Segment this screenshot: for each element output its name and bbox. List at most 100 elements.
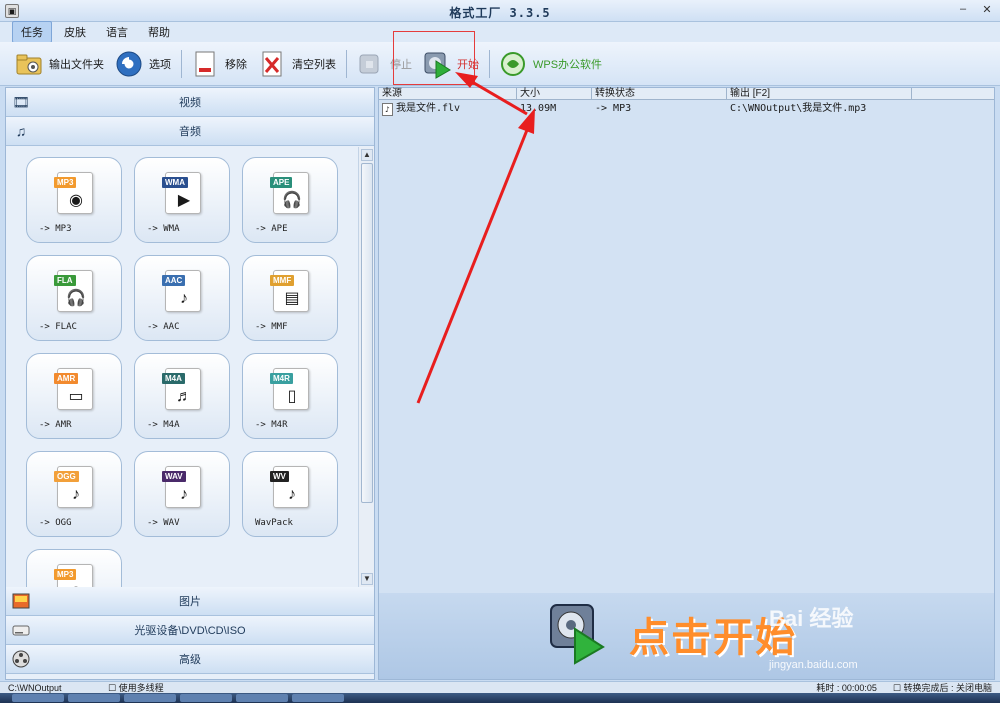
column-source[interactable]: 来源	[379, 88, 517, 99]
format-label: -> MMF	[255, 322, 288, 332]
toolbar-divider	[346, 49, 347, 78]
table-header: 来源 大小 转换状态 输出 [F2]	[379, 88, 994, 100]
audio-file-icon: ♪	[382, 102, 393, 116]
output-folder-label: 输出文件夹	[49, 58, 104, 71]
format-document-icon: WAV ♪	[162, 466, 201, 508]
task-list-panel: 来源 大小 转换状态 输出 [F2] ♪ 我是文件.flv 13.09M -> …	[378, 87, 995, 680]
format-label: -> OGG	[39, 518, 72, 528]
close-button[interactable]: ✕	[980, 3, 994, 16]
format-tag: AMR	[54, 373, 79, 384]
clear-list-button[interactable]: 清空列表	[257, 49, 336, 79]
category-image-label: 图片	[179, 596, 201, 608]
clear-list-icon	[257, 49, 287, 79]
format-tile[interactable]: APE 🎧 -> APE	[242, 157, 338, 243]
laptop-icon: ▭	[68, 388, 84, 405]
banner: 点击开始 Bai 经验 jingyan.baidu.com	[379, 593, 994, 679]
format-label: -> APE	[255, 224, 288, 234]
format-tag: WAV	[162, 471, 186, 482]
format-document-icon: WMA ▶	[162, 172, 201, 214]
format-tile[interactable]: AMR ▭ -> AMR	[26, 353, 122, 439]
format-document-icon: FLA 🎧	[54, 270, 93, 312]
category-optical-drive[interactable]: 光驱设备\DVD\CD\ISO	[6, 616, 374, 645]
status-bar: C:\WNOutput ☐ 使用多线程 耗时 : 00:00:05 ☐ 转换完成…	[0, 681, 1000, 693]
format-tile[interactable]: FLA 🎧 -> FLAC	[26, 255, 122, 341]
music-note-icon: ♪	[180, 486, 188, 503]
start-button[interactable]: 开始	[422, 49, 479, 79]
format-tag: MP3	[54, 177, 77, 188]
taskbar-item[interactable]	[292, 694, 344, 702]
remove-label: 移除	[225, 58, 247, 71]
format-document-icon: MP3◉	[54, 564, 93, 587]
menu-language[interactable]: 语言	[98, 22, 136, 42]
format-tile[interactable]: WV ♪ WavPack	[242, 451, 338, 537]
phone-icon: ▯	[287, 388, 297, 405]
multithread-label: 使用多线程	[118, 683, 164, 693]
format-tile[interactable]: MMF ▤ -> MMF	[242, 255, 338, 341]
start-icon	[422, 49, 452, 79]
options-button[interactable]: 选项	[114, 49, 171, 79]
options-label: 选项	[149, 58, 171, 71]
format-tile[interactable]: AAC ♪ -> AAC	[134, 255, 230, 341]
format-tile[interactable]: M4A ♬ -> M4A	[134, 353, 230, 439]
format-tile[interactable]: WAV ♪ -> WAV	[134, 451, 230, 537]
format-label: -> WAV	[147, 518, 180, 528]
after-complete-label: 转换完成后 : 关闭电脑	[903, 683, 992, 693]
category-video[interactable]: 🎞 视频	[6, 88, 374, 117]
stop-icon	[355, 49, 385, 79]
format-document-icon: AMR ▭	[54, 368, 93, 410]
wps-office-button[interactable]: WPS办公软件	[498, 49, 602, 79]
category-audio[interactable]: ♫ 音频	[6, 117, 374, 146]
toolbar-divider	[489, 49, 490, 78]
column-output[interactable]: 输出 [F2]	[727, 88, 912, 99]
menu-skin[interactable]: 皮肤	[56, 22, 94, 42]
column-status[interactable]: 转换状态	[592, 88, 727, 99]
headphones-icon: 🎧	[66, 290, 86, 307]
stop-button[interactable]: 停止	[355, 49, 412, 79]
remove-button[interactable]: 移除	[190, 49, 247, 79]
wps-label: WPS办公软件	[533, 58, 603, 71]
format-tile[interactable]: MP3 ◉ -> MP3	[26, 157, 122, 243]
scroll-down-icon[interactable]: ▼	[361, 573, 373, 585]
taskbar-item[interactable]	[236, 694, 288, 702]
category-image[interactable]: 图片	[6, 587, 374, 616]
category-advanced[interactable]: 高级	[6, 645, 374, 674]
stop-label: 停止	[390, 58, 412, 71]
wps-icon	[498, 49, 528, 79]
column-filler	[912, 88, 994, 99]
taskbar-item[interactable]	[180, 694, 232, 702]
scroll-up-icon[interactable]: ▲	[361, 149, 373, 161]
window-title: 格式工厂 3.3.5	[449, 6, 551, 20]
format-tile[interactable]: WMA ▶ -> WMA	[134, 157, 230, 243]
watermark-url: jingyan.baidu.com	[769, 659, 858, 671]
taskbar-item[interactable]	[124, 694, 176, 702]
minimize-button[interactable]: –	[956, 3, 970, 16]
document-icon: ▤	[284, 290, 300, 307]
music-note-icon: ♪	[72, 486, 80, 503]
toolbar: 输出文件夹 选项 移除 清空列表 停止 开始 WPS办公软件	[0, 42, 1000, 86]
format-label: -> M4R	[255, 420, 288, 430]
format-tile[interactable]: M4R ▯ -> M4R	[242, 353, 338, 439]
format-tile[interactable]: OGG ♪ -> OGG	[26, 451, 122, 537]
category-video-label: 视频	[179, 97, 201, 109]
row-output: C:\WNOutput\我是文件.mp3	[730, 103, 867, 114]
menu-task[interactable]: 任务	[12, 21, 52, 43]
menu-bar: 任务 皮肤 语言 帮助	[0, 21, 1000, 43]
remove-icon	[190, 49, 220, 79]
format-tag: M4A	[162, 373, 185, 384]
row-source: 我是文件.flv	[396, 103, 461, 114]
table-row[interactable]: ♪ 我是文件.flv 13.09M -> MP3 C:\WNOutput\我是文…	[379, 101, 994, 117]
column-size[interactable]: 大小	[517, 88, 592, 99]
format-label: -> WMA	[147, 224, 180, 234]
format-tag: APE	[270, 177, 293, 188]
taskbar-item[interactable]	[68, 694, 120, 702]
format-document-icon: M4R ▯	[270, 368, 309, 410]
film-reel-icon	[12, 650, 30, 668]
menu-help[interactable]: 帮助	[140, 22, 178, 42]
scroll-thumb[interactable]	[361, 163, 373, 503]
start-large-icon	[547, 601, 605, 665]
taskbar-item[interactable]	[12, 694, 64, 702]
scrollbar[interactable]: ▲ ▼	[358, 147, 374, 587]
status-path[interactable]: C:\WNOutput	[0, 683, 100, 693]
format-tile[interactable]: MP3◉	[26, 549, 122, 587]
output-folder-button[interactable]: 输出文件夹	[14, 49, 104, 79]
